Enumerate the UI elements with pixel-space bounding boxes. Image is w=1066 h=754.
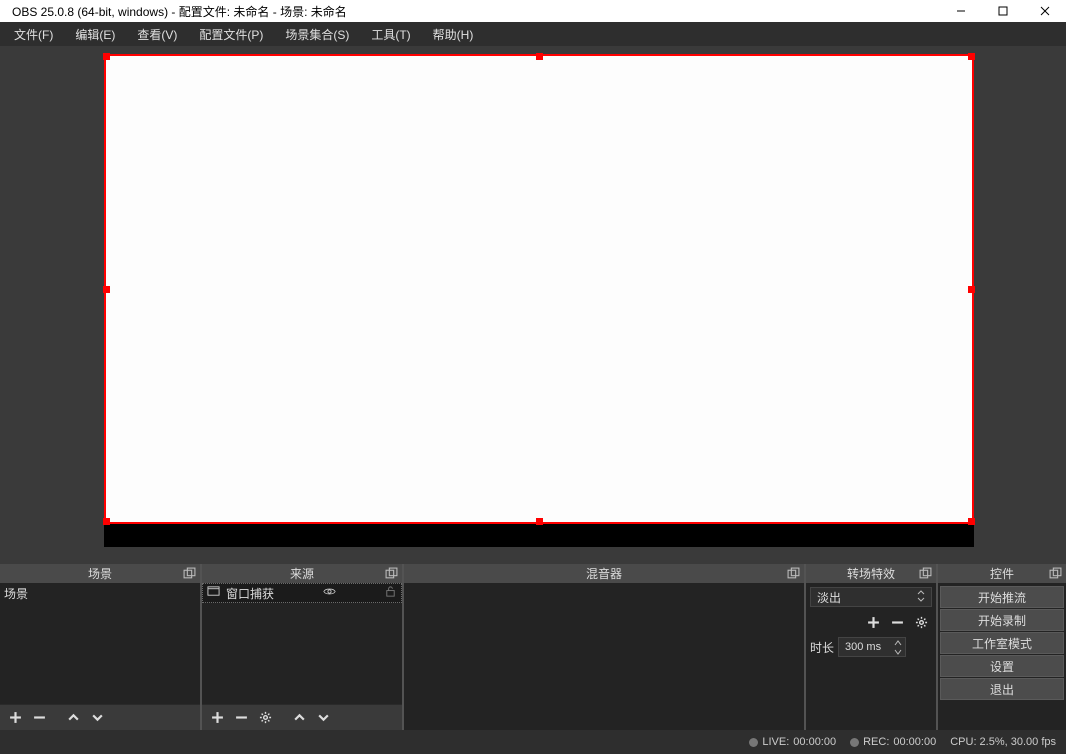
scenes-header[interactable]: 场景 [0, 564, 200, 583]
menu-tools[interactable]: 工具(T) [363, 24, 418, 45]
resize-handle-top-right[interactable] [968, 53, 975, 60]
start-recording-button[interactable]: 开始录制 [940, 609, 1064, 631]
canvas-background [104, 524, 974, 547]
move-scene-down-button[interactable] [86, 707, 108, 729]
menu-help[interactable]: 帮助(H) [425, 24, 482, 45]
transition-select[interactable]: 淡出 [810, 587, 932, 607]
duration-label: 时长 [810, 639, 834, 656]
start-streaming-button[interactable]: 开始推流 [940, 586, 1064, 608]
mixer-dock: 混音器 [404, 564, 804, 730]
spin-up-icon[interactable] [891, 638, 905, 647]
menu-file[interactable]: 文件(F) [6, 24, 61, 45]
maximize-button[interactable] [982, 0, 1024, 22]
scenes-toolbar [0, 704, 200, 730]
controls-header[interactable]: 控件 [938, 564, 1066, 583]
move-source-down-button[interactable] [312, 707, 334, 729]
scenes-dock: 场景 场景 [0, 564, 200, 730]
controls-dock: 控件 开始推流 开始录制 工作室模式 设置 退出 [938, 564, 1066, 730]
controls-title: 控件 [990, 565, 1014, 582]
resize-handle-top-left[interactable] [103, 53, 110, 60]
resize-handle-bottom-left[interactable] [103, 518, 110, 525]
duration-spinbox[interactable]: 300 ms [838, 637, 906, 657]
settings-button[interactable]: 设置 [940, 655, 1064, 677]
live-dot-icon [749, 738, 758, 747]
resize-handle-top-mid[interactable] [536, 53, 543, 60]
add-transition-button[interactable] [862, 611, 884, 633]
popout-icon[interactable] [786, 567, 800, 581]
selected-source-bounds[interactable] [104, 54, 974, 524]
transition-selected-label: 淡出 [817, 589, 841, 606]
preview-area[interactable] [0, 46, 1066, 564]
sources-title: 来源 [290, 565, 314, 582]
remove-source-button[interactable] [230, 707, 252, 729]
menu-view[interactable]: 查看(V) [129, 24, 185, 45]
preview-canvas[interactable] [104, 54, 974, 547]
status-bar: LIVE:00:00:00 REC:00:00:00 CPU: 2.5%, 30… [0, 730, 1066, 754]
docks-row: 场景 场景 来源 窗口捕获 [0, 564, 1066, 730]
popout-icon[interactable] [182, 567, 196, 581]
source-label: 窗口捕获 [226, 585, 274, 602]
menu-bar: 文件(F) 编辑(E) 查看(V) 配置文件(P) 场景集合(S) 工具(T) … [0, 22, 1066, 46]
scene-label: 场景 [4, 585, 28, 602]
duration-value: 300 ms [839, 641, 891, 653]
source-properties-button[interactable] [254, 707, 276, 729]
studio-mode-button[interactable]: 工作室模式 [940, 632, 1064, 654]
transitions-header[interactable]: 转场特效 [806, 564, 936, 583]
visibility-toggle-icon[interactable] [323, 585, 336, 601]
source-item[interactable]: 窗口捕获 [202, 583, 402, 603]
spin-down-icon[interactable] [891, 647, 905, 656]
scene-item[interactable]: 场景 [0, 583, 200, 603]
popout-icon[interactable] [918, 567, 932, 581]
window-titlebar: OBS 25.0.8 (64-bit, windows) - 配置文件: 未命名… [0, 0, 1066, 22]
add-scene-button[interactable] [4, 707, 26, 729]
controls-body: 开始推流 开始录制 工作室模式 设置 退出 [938, 583, 1066, 730]
add-source-button[interactable] [206, 707, 228, 729]
resize-handle-mid-right[interactable] [968, 286, 975, 293]
menu-edit[interactable]: 编辑(E) [67, 24, 123, 45]
rec-status: REC:00:00:00 [850, 736, 936, 748]
menu-scene-collection[interactable]: 场景集合(S) [277, 24, 357, 45]
live-status: LIVE:00:00:00 [749, 736, 836, 748]
lock-toggle-icon[interactable] [384, 585, 397, 601]
close-button[interactable] [1024, 0, 1066, 22]
resize-handle-mid-left[interactable] [103, 286, 110, 293]
mixer-header[interactable]: 混音器 [404, 564, 804, 583]
minimize-button[interactable] [940, 0, 982, 22]
transition-settings-button[interactable] [910, 611, 932, 633]
menu-profile[interactable]: 配置文件(P) [191, 24, 271, 45]
remove-transition-button[interactable] [886, 611, 908, 633]
transitions-dock: 转场特效 淡出 时长 300 ms [806, 564, 936, 730]
popout-icon[interactable] [1048, 567, 1062, 581]
rec-dot-icon [850, 738, 859, 747]
sources-dock: 来源 窗口捕获 [202, 564, 402, 730]
resize-handle-bottom-right[interactable] [968, 518, 975, 525]
sources-toolbar [202, 704, 402, 730]
move-source-up-button[interactable] [288, 707, 310, 729]
mixer-title: 混音器 [586, 565, 622, 582]
resize-handle-bottom-mid[interactable] [536, 518, 543, 525]
sources-header[interactable]: 来源 [202, 564, 402, 583]
scenes-title: 场景 [88, 565, 112, 582]
window-capture-icon [207, 585, 220, 601]
move-scene-up-button[interactable] [62, 707, 84, 729]
cpu-status: CPU: 2.5%, 30.00 fps [950, 736, 1056, 748]
transitions-title: 转场特效 [847, 565, 895, 582]
updown-icon [917, 590, 925, 605]
popout-icon[interactable] [384, 567, 398, 581]
exit-button[interactable]: 退出 [940, 678, 1064, 700]
remove-scene-button[interactable] [28, 707, 50, 729]
sources-list[interactable]: 窗口捕获 [202, 583, 402, 704]
window-title: OBS 25.0.8 (64-bit, windows) - 配置文件: 未命名… [12, 3, 347, 20]
transitions-body: 淡出 时长 300 ms [806, 583, 936, 730]
mixer-body [404, 583, 804, 730]
scenes-list[interactable]: 场景 [0, 583, 200, 704]
